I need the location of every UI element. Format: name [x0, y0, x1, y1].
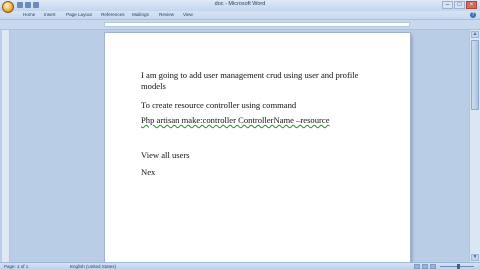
office-button[interactable]: [2, 1, 14, 13]
document-page[interactable]: I am going to add user management crud u…: [105, 33, 410, 262]
tab-references[interactable]: References: [101, 12, 125, 17]
print-layout-icon[interactable]: [414, 264, 420, 269]
paragraph[interactable]: To create resource controller using comm…: [141, 100, 296, 111]
ribbon-tabs: Home Insert Page Layout References Maili…: [0, 11, 480, 19]
paragraph[interactable]: View all users: [141, 150, 190, 161]
scroll-down-icon[interactable]: ▼: [471, 254, 479, 261]
paragraph[interactable]: I am going to add user management crud u…: [141, 70, 381, 92]
web-layout-icon[interactable]: [430, 264, 436, 269]
language-indicator[interactable]: English (United States): [70, 264, 116, 269]
tab-insert[interactable]: Insert: [44, 12, 56, 17]
view-buttons: [414, 264, 436, 269]
vertical-ruler[interactable]: [2, 30, 10, 262]
window-controls: – □ ×: [442, 1, 477, 9]
ruler-strip: [0, 19, 480, 30]
paragraph[interactable]: Php artisan make:controller ControllerNa…: [141, 115, 330, 126]
horizontal-ruler[interactable]: [104, 22, 410, 27]
maximize-button[interactable]: □: [454, 1, 465, 9]
vertical-scrollbar[interactable]: ▲ ▼: [469, 30, 480, 262]
scroll-up-icon[interactable]: ▲: [471, 31, 479, 38]
tab-home[interactable]: Home: [23, 12, 35, 17]
full-screen-icon[interactable]: [422, 264, 428, 269]
tab-page-layout[interactable]: Page Layout: [66, 12, 92, 17]
window-title: doc - Microsoft Word: [214, 1, 266, 7]
scroll-thumb[interactable]: [471, 40, 479, 110]
minimize-button[interactable]: –: [442, 1, 453, 9]
tab-view[interactable]: View: [183, 12, 193, 17]
close-button[interactable]: ×: [466, 1, 477, 9]
tab-review[interactable]: Review: [159, 12, 174, 17]
help-icon[interactable]: ?: [470, 12, 476, 18]
page-count[interactable]: Page: 1 of 1: [4, 264, 28, 269]
title-bar: doc - Microsoft Word – □ ×: [0, 0, 480, 13]
tab-mailings[interactable]: Mailings: [132, 12, 149, 17]
paragraph[interactable]: Nex: [141, 167, 155, 178]
status-bar: Page: 1 of 1 English (United States): [0, 262, 480, 270]
zoom-slider-thumb[interactable]: [457, 264, 460, 269]
